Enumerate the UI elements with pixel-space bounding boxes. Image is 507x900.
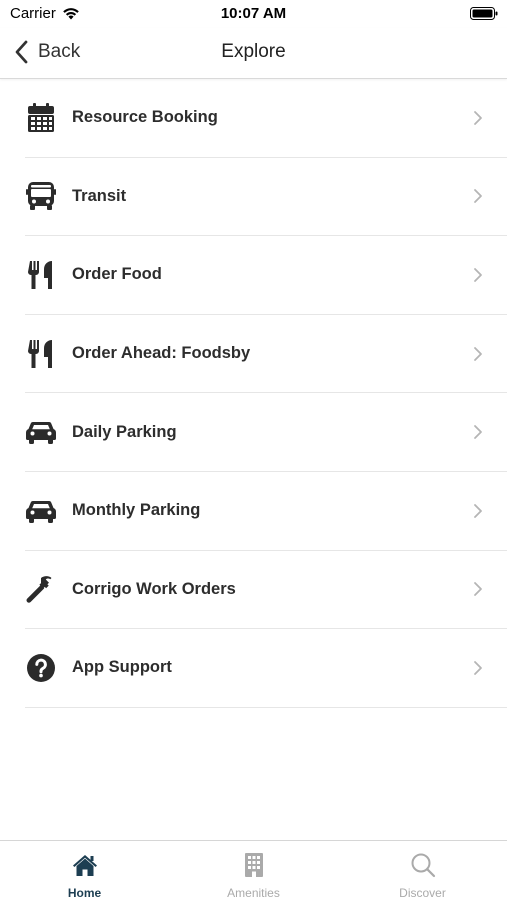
- list-item-app-support[interactable]: App Support: [25, 629, 507, 708]
- status-bar: Carrier 10:07 AM: [0, 0, 507, 28]
- list-item-order-ahead-foodsby[interactable]: Order Ahead: Foodsby: [25, 315, 507, 394]
- list-item-label: Resource Booking: [72, 108, 218, 127]
- chevron-right-icon: [474, 582, 482, 597]
- status-time: 10:07 AM: [220, 5, 287, 22]
- chevron-right-icon: [474, 425, 482, 440]
- list-item-label: Transit: [72, 186, 127, 205]
- list-item-label: App Support: [72, 658, 172, 677]
- list-item-corrigo-work-orders[interactable]: Corrigo Work Orders: [25, 551, 507, 630]
- explore-list: Resource Booking Transit Order Food Orde…: [25, 79, 507, 708]
- utensils-icon: [25, 259, 57, 291]
- page-title: Explore: [221, 41, 286, 62]
- list-item-label: Order Food: [72, 265, 162, 284]
- chevron-right-icon: [474, 661, 482, 675]
- tab-label: Home: [67, 886, 102, 900]
- chevron-right-icon: [474, 346, 482, 361]
- chevron-right-icon: [474, 189, 482, 204]
- list-item-monthly-parking[interactable]: Monthly Parking: [25, 472, 507, 551]
- tab-label: Discover: [399, 886, 446, 900]
- tab-label: Amenities: [227, 886, 280, 900]
- chevron-right-icon: [474, 110, 482, 125]
- list-item-label: Daily Parking: [72, 422, 177, 441]
- battery-icon: [470, 7, 498, 20]
- list-item-transit[interactable]: Transit: [25, 158, 507, 237]
- car-icon: [25, 416, 57, 448]
- tab-bar: Home Amenities Discover: [0, 840, 507, 900]
- car-icon: [25, 495, 57, 527]
- hammer-icon: [25, 573, 57, 605]
- list-item-daily-parking[interactable]: Daily Parking: [25, 393, 507, 472]
- question-circle-icon: [25, 652, 57, 684]
- search-icon: [409, 852, 437, 878]
- utensils-icon: [25, 338, 57, 370]
- list-item-label: Monthly Parking: [72, 501, 201, 520]
- list-item-resource-booking[interactable]: Resource Booking: [25, 79, 507, 158]
- navigation-bar: Back Explore: [0, 28, 507, 79]
- tab-home[interactable]: Home: [0, 841, 169, 900]
- tab-amenities[interactable]: Amenities: [169, 841, 338, 900]
- home-icon: [71, 852, 99, 878]
- chevron-right-icon: [474, 503, 482, 518]
- tab-discover[interactable]: Discover: [338, 841, 507, 900]
- list-item-label: Order Ahead: Foodsby: [72, 344, 251, 363]
- list-item-label: Corrigo Work Orders: [72, 579, 236, 598]
- bus-icon: [25, 180, 57, 212]
- chevron-right-icon: [474, 268, 482, 282]
- calendar-icon: [25, 102, 57, 134]
- building-icon: [240, 852, 268, 878]
- list-item-order-food[interactable]: Order Food: [25, 236, 507, 315]
